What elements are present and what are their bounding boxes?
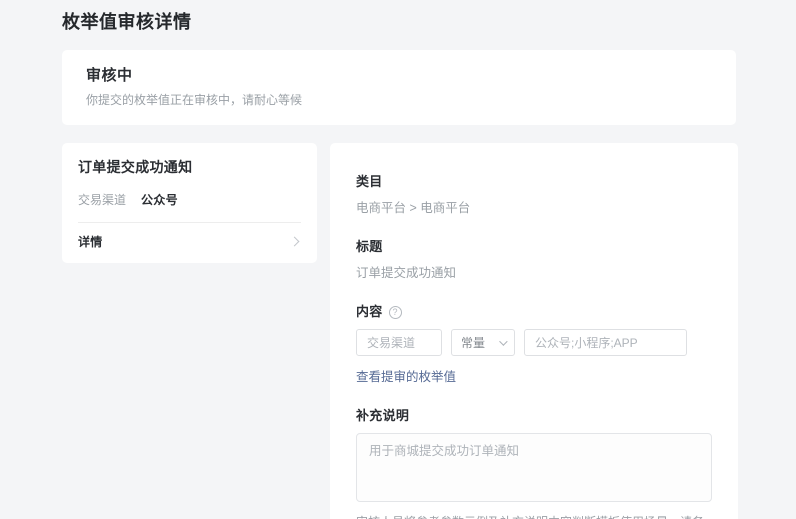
- content-group: 内容 ? 常量 查看提审的枚举值: [356, 303, 712, 386]
- enum-review-page: 枚举值审核详情 审核中 你提交的枚举值正在审核中，请耐心等候 订单提交成功通知 …: [0, 0, 796, 519]
- content-inputs-row: 常量: [356, 329, 712, 356]
- template-summary-card: 订单提交成功通知 交易渠道 公众号 详情: [62, 143, 317, 263]
- view-enum-values-link[interactable]: 查看提审的枚举值: [356, 369, 456, 386]
- content-label-text: 内容: [356, 303, 383, 321]
- review-detail-panel: 类目 电商平台 > 电商平台 标题 订单提交成功通知 内容 ? 常量: [330, 143, 738, 519]
- page-title: 枚举值审核详情: [62, 10, 736, 34]
- param-type-selected-value: 常量: [461, 334, 485, 351]
- title-value: 订单提交成功通知: [356, 265, 712, 282]
- category-breadcrumb: 电商平台 > 电商平台: [356, 200, 712, 217]
- chevron-right-icon: [290, 237, 300, 247]
- chevron-down-icon: [499, 337, 507, 345]
- detail-label: 详情: [78, 233, 103, 250]
- review-note: 审核人员将参考参数示例及补充说明内容判断模板使用场景，请务必认真填写。: [356, 514, 712, 519]
- supplement-group: 补充说明 用于商城提交成功订单通知 审核人员将参考参数示例及补充说明内容判断模板…: [356, 407, 712, 519]
- title-group: 标题 订单提交成功通知: [356, 238, 712, 282]
- channel-label: 交易渠道: [78, 192, 126, 208]
- status-card: 审核中 你提交的枚举值正在审核中，请耐心等候: [62, 50, 736, 125]
- status-title: 审核中: [86, 65, 712, 87]
- supplement-label: 补充说明: [356, 407, 712, 425]
- help-icon[interactable]: ?: [389, 306, 402, 319]
- detail-link-row[interactable]: 详情: [78, 223, 301, 263]
- channel-row: 交易渠道 公众号: [78, 192, 301, 208]
- supplement-textarea[interactable]: 用于商城提交成功订单通知: [356, 433, 712, 502]
- category-label: 类目: [356, 173, 712, 191]
- template-title: 订单提交成功通知: [78, 158, 301, 177]
- status-description: 你提交的枚举值正在审核中，请耐心等候: [86, 92, 712, 109]
- title-label: 标题: [356, 238, 712, 256]
- category-group: 类目 电商平台 > 电商平台: [356, 173, 712, 217]
- content-columns: 订单提交成功通知 交易渠道 公众号 详情 类目 电商平台 > 电商平台 标题 订…: [62, 143, 736, 519]
- content-label: 内容 ?: [356, 303, 712, 321]
- param-type-select[interactable]: 常量: [451, 329, 515, 356]
- param-example-input[interactable]: [524, 329, 687, 356]
- channel-value: 公众号: [141, 192, 178, 208]
- param-name-input[interactable]: [356, 329, 442, 356]
